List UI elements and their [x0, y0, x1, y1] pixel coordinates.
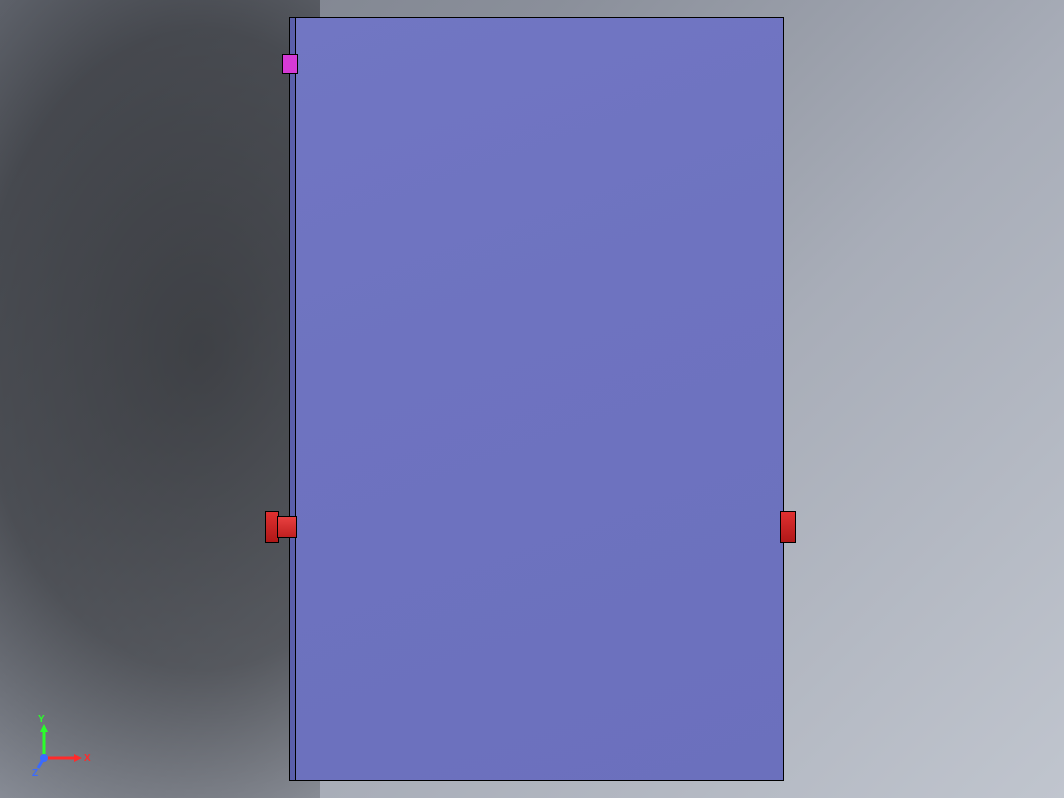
model-shadow [0, 0, 320, 798]
magenta-plug[interactable] [283, 55, 297, 73]
y-axis-label: Y [38, 714, 45, 725]
orientation-triad: X Y Z [24, 718, 94, 778]
cad-viewport[interactable]: X Y Z [0, 0, 1064, 798]
z-axis-line [38, 758, 44, 768]
x-axis-label: X [84, 753, 91, 764]
y-axis-arrow-icon [40, 724, 48, 732]
red-fitting-right[interactable] [781, 512, 795, 542]
x-axis-arrow-icon [74, 754, 82, 762]
red-fitting-left-flange[interactable] [266, 512, 278, 542]
red-fitting-left-shaft[interactable] [278, 517, 296, 537]
z-axis-label: Z [32, 768, 38, 779]
z-axis-dot-icon [40, 754, 48, 762]
model-front-face[interactable] [296, 18, 783, 780]
